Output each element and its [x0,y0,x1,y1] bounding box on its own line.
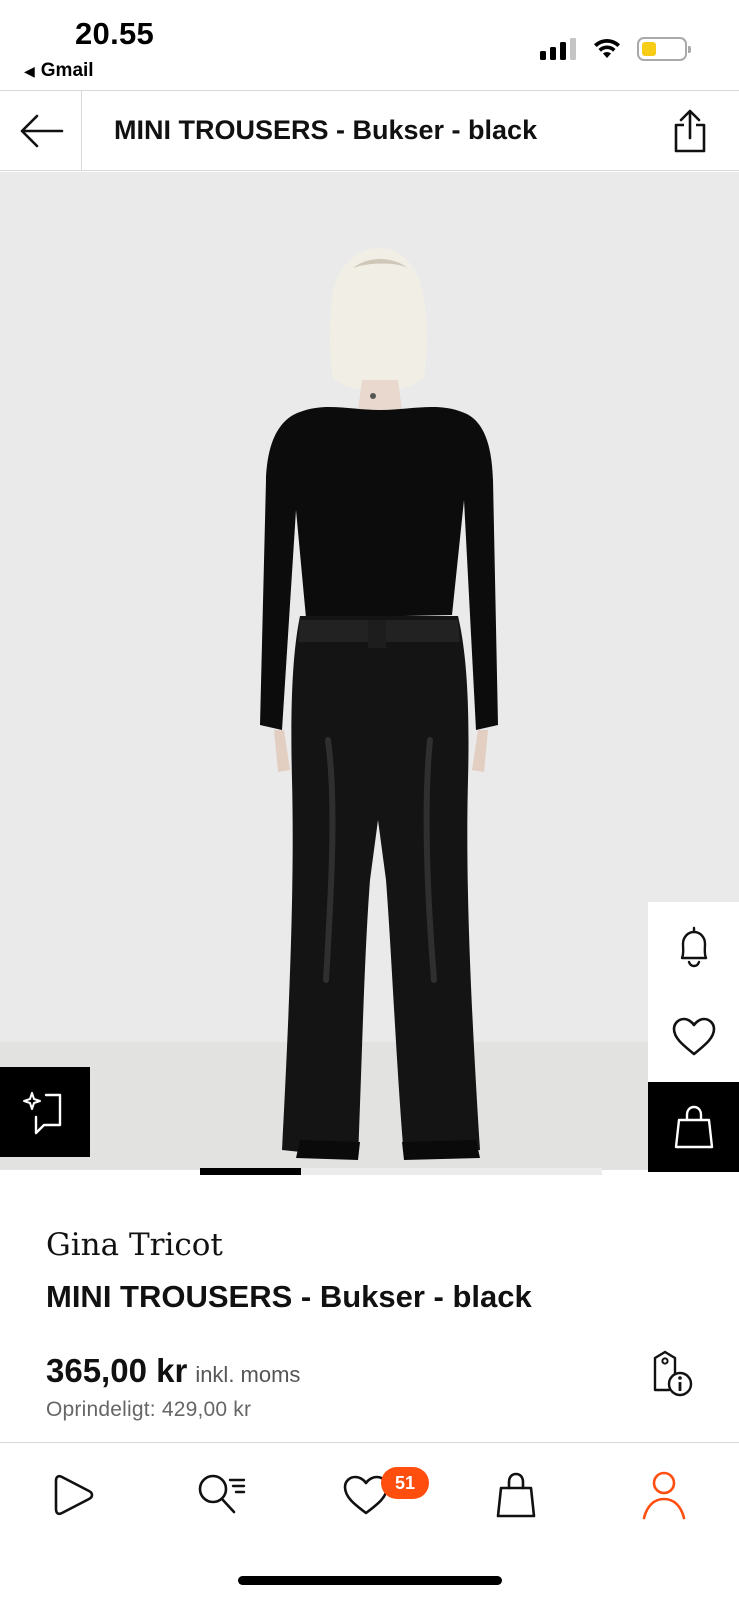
product-image-gallery[interactable] [0,172,739,1170]
status-bar: 20.55 ◀ Gmail [0,0,739,90]
price-info-icon [653,1350,693,1397]
brand-name[interactable]: Gina Tricot [46,1227,223,1263]
share-button[interactable] [664,105,716,157]
battery-icon [637,37,691,61]
profile-icon [642,1471,686,1520]
bag-icon [496,1472,536,1518]
price-vat-note: inkl. moms [195,1362,301,1387]
bell-icon [680,926,707,968]
nav-profile[interactable] [634,1465,694,1525]
home-indicator [238,1576,502,1585]
try-on-icon [23,1092,62,1135]
back-button[interactable] [0,91,82,170]
back-arrow-icon [20,114,63,147]
price-row: 365,00 kr inkl. moms [46,1352,300,1390]
current-price: 365,00 kr [46,1352,188,1389]
cellular-signal-icon [540,38,576,60]
product-photo-model [260,248,498,1160]
back-triangle-icon: ◀ [24,62,35,79]
back-to-app-link[interactable]: ◀ Gmail [24,60,94,82]
nav-discover[interactable] [44,1465,104,1525]
back-app-label: Gmail [40,60,94,81]
wifi-icon [594,38,620,58]
original-price: Oprindeligt: 429,00 kr [46,1398,252,1421]
share-icon [674,109,706,153]
try-on-button[interactable] [0,1067,90,1157]
product-name: MINI TROUSERS - Bukser - black [46,1279,532,1314]
status-time: 20.55 [75,16,155,51]
wishlist-count-badge: 51 [381,1467,429,1499]
nav-search[interactable] [192,1465,252,1525]
notify-button[interactable] [648,902,739,992]
heart-icon [672,1017,715,1056]
wishlist-button[interactable] [648,992,739,1082]
add-to-bag-button[interactable] [648,1082,739,1172]
image-pagination [200,1168,602,1175]
bag-icon [674,1105,713,1149]
pagination-active-indicator [200,1168,301,1175]
top-header: MINI TROUSERS - Bukser - black [0,90,739,171]
side-actions [648,902,739,1172]
play-icon [54,1474,94,1516]
nav-bag[interactable] [486,1465,546,1525]
page-title: MINI TROUSERS - Bukser - black [114,115,538,145]
search-icon [198,1474,246,1514]
price-info-button[interactable] [645,1348,695,1398]
